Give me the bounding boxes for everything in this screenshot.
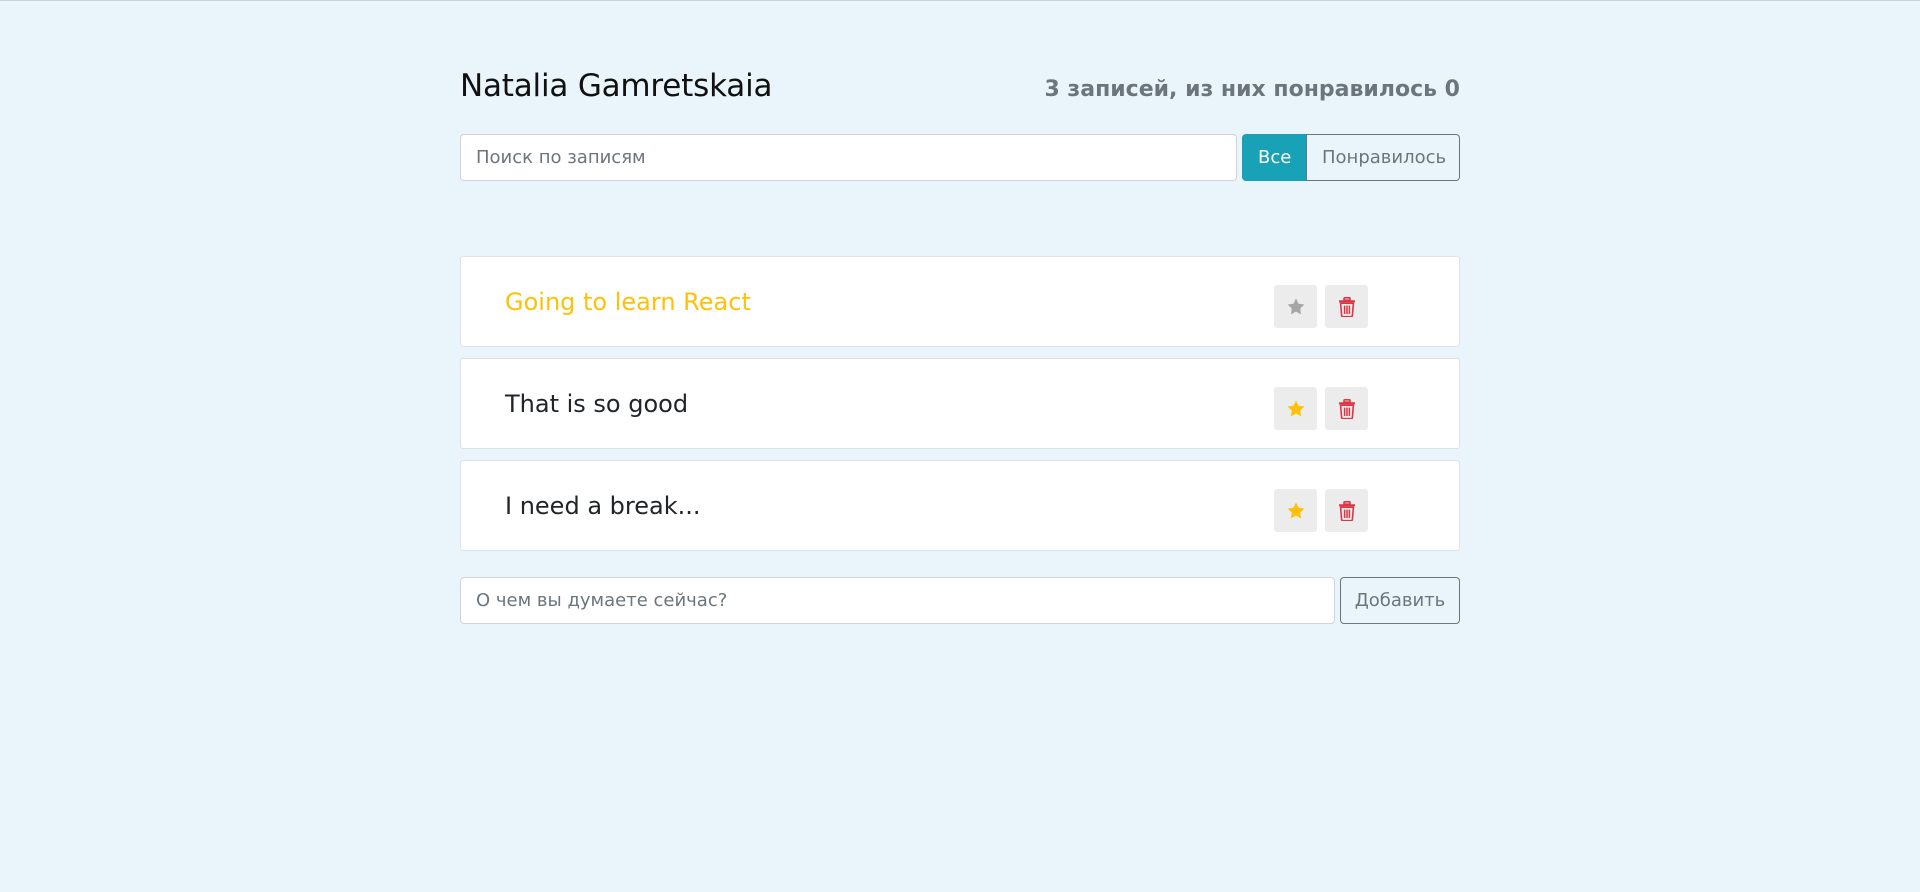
list-item: That is so good — [460, 358, 1460, 449]
post-stats: 3 записей, из них понравилось 0 — [1044, 77, 1460, 102]
delete-button[interactable] — [1325, 387, 1368, 430]
app-header: Natalia Gamretskaia 3 записей, из них по… — [460, 1, 1460, 131]
star-icon — [1287, 502, 1304, 518]
add-post-button[interactable]: Добавить — [1340, 577, 1460, 624]
trash-icon — [1338, 398, 1355, 419]
user-name: Natalia Gamretskaia — [460, 68, 773, 104]
delete-button[interactable] — [1325, 285, 1368, 328]
post-label[interactable]: That is so good — [505, 359, 688, 450]
new-post-input[interactable] — [460, 577, 1335, 624]
filter-all-button[interactable]: Все — [1242, 134, 1306, 181]
trash-icon — [1338, 296, 1355, 317]
list-item: Going to learn React — [460, 256, 1460, 347]
post-actions — [1266, 387, 1368, 430]
star-icon — [1287, 400, 1304, 416]
post-actions — [1266, 489, 1368, 532]
filter-button-group: Все Понравилось — [1242, 134, 1460, 181]
post-list: Going to learn React That is so good I n… — [460, 256, 1460, 562]
star-button[interactable] — [1274, 387, 1317, 430]
list-item: I need a break... — [460, 460, 1460, 551]
search-input[interactable] — [460, 134, 1237, 181]
star-icon — [1287, 298, 1304, 314]
delete-button[interactable] — [1325, 489, 1368, 532]
star-button[interactable] — [1274, 285, 1317, 328]
post-label[interactable]: I need a break... — [505, 461, 700, 552]
trash-icon — [1338, 500, 1355, 521]
search-panel: Все Понравилось — [460, 134, 1460, 181]
post-actions — [1266, 285, 1368, 328]
post-label[interactable]: Going to learn React — [505, 257, 751, 348]
post-add-form: Добавить — [460, 577, 1460, 624]
app: Natalia Gamretskaia 3 записей, из них по… — [460, 1, 1460, 624]
star-button[interactable] — [1274, 489, 1317, 532]
filter-liked-button[interactable]: Понравилось — [1306, 134, 1460, 181]
